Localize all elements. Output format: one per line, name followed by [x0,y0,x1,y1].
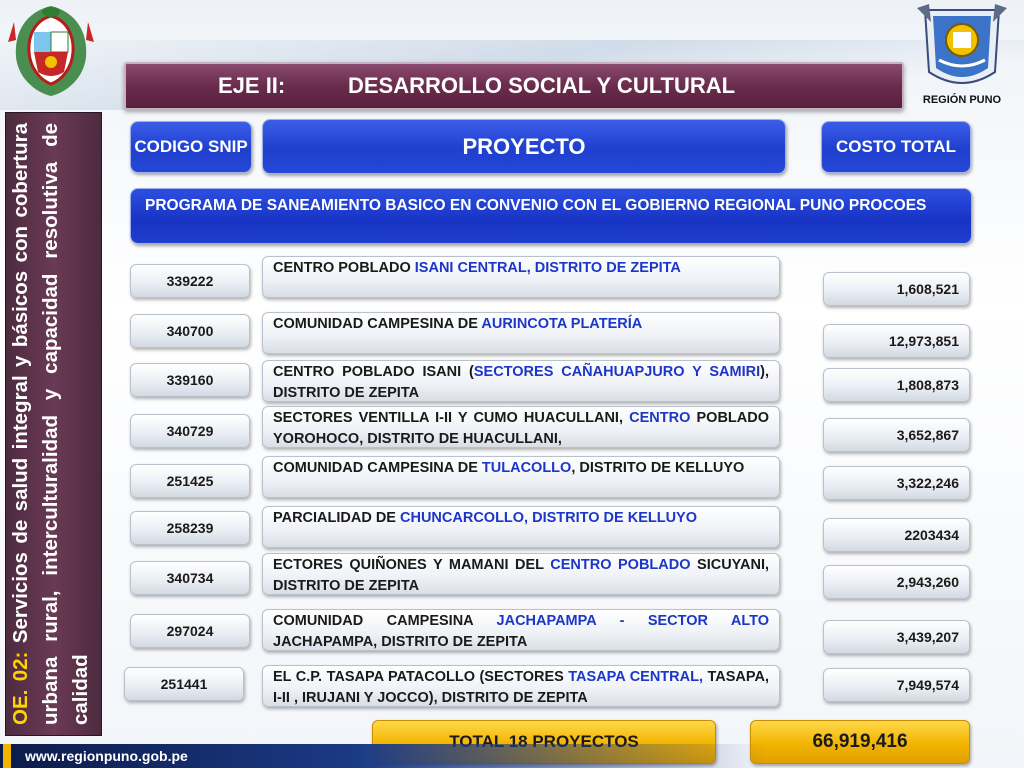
project-cost-cell: 7,949,574 [823,668,970,702]
region-puno-logo: REGIÓN PUNO [915,2,1009,110]
program-banner: PROGRAMA DE SANEAMIENTO BASICO EN CONVEN… [130,188,972,244]
snip-code-cell: 251425 [130,464,250,498]
snip-code-cell: 258239 [130,511,250,545]
project-description-cell: COMUNIDAD CAMPESINA JACHAPAMPA - SECTOR … [262,609,780,651]
project-description-text: EL C.P. TASAPA PATACOLLO (SECTORES [273,669,569,685]
project-cost-cell: 3,322,246 [823,466,970,500]
objective-text: OE. 02: Servicios de salud integral y bá… [6,119,101,729]
project-description-text: COMUNIDAD CAMPESINA DE [273,460,482,476]
snip-code-cell: 339160 [130,363,250,397]
project-description-cell: SECTORES VENTILLA I-II Y CUMO HUACULLANI… [262,406,780,448]
project-location-highlight: CENTRO [629,410,691,426]
snip-code-cell: 340729 [130,414,250,448]
project-location-highlight: CENTRO POBLADO [550,557,691,573]
project-location-highlight: ISANI CENTRAL, DISTRITO DE ZEPITA [414,260,681,276]
snip-code-cell: 340700 [130,314,250,348]
column-header-costo-total: COSTO TOTAL [821,121,971,173]
project-description-text: CENTRO POBLADO [273,260,415,276]
project-cost-cell: 1,608,521 [823,272,970,306]
project-description-cell: ECTORES QUIÑONES Y MAMANI DEL CENTRO POB… [262,553,780,595]
project-description-cell: EL C.P. TASAPA PATACOLLO (SECTORES TASAP… [262,665,780,707]
objective-side-panel: OE. 02: Servicios de salud integral y bá… [5,112,102,736]
project-description-text: COMUNIDAD CAMPESINA [273,613,497,629]
axis-label: EJE II: [218,73,286,98]
project-location-highlight: JACHAPAMPA - SECTOR ALTO [496,613,769,629]
project-description-text: ECTORES QUIÑONES Y MAMANI DEL [273,557,551,573]
project-cost-cell: 1,808,873 [823,368,970,402]
project-cost-cell: 12,973,851 [823,324,970,358]
page-title: DESARROLLO SOCIAL Y CULTURAL [348,73,736,98]
objective-description: Servicios de salud integral y básicos co… [8,122,92,725]
footer-bar: www.regionpuno.gob.pe [0,744,1024,768]
peru-coat-of-arms-logo [6,2,96,98]
snip-code-cell: 339222 [130,264,250,298]
project-location-highlight: TASAPA CENTRAL, [568,669,703,685]
column-header-proyecto: PROYECTO [262,119,786,174]
project-description-cell: PARCIALIDAD DE CHUNCARCOLLO, DISTRITO DE… [262,506,780,548]
project-location-highlight: TULACOLLO [481,460,572,476]
project-location-highlight: AURINCOTA PLATERÍA [481,316,643,332]
project-description-text: JACHAPAMPA, DISTRITO DE ZEPITA [273,634,528,650]
snip-code-cell: 340734 [130,561,250,595]
project-cost-cell: 3,439,207 [823,620,970,654]
project-description-cell: COMUNIDAD CAMPESINA DE AURINCOTA PLATERÍ… [262,312,780,354]
objective-code: OE. 02: [8,651,32,725]
project-cost-cell: 2203434 [823,518,970,552]
title-bar: EJE II: DESARROLLO SOCIAL Y CULTURAL [124,62,904,110]
project-description-text: PARCIALIDAD DE [273,510,401,526]
project-location-highlight: SECTORES CAÑAHUAPJURO Y SAMIRI [473,364,761,380]
project-cost-cell: 3,652,867 [823,418,970,452]
footer-url: www.regionpuno.gob.pe [25,748,188,764]
project-description-cell: CENTRO POBLADO ISANI CENTRAL, DISTRITO D… [262,256,780,298]
project-location-highlight: CHUNCARCOLLO, DISTRITO DE KELLUYO [400,510,697,526]
column-header-codigo-snip: CODIGO SNIP [130,121,252,173]
project-cost-cell: 2,943,260 [823,565,970,599]
snip-code-cell: 251441 [124,667,244,701]
footer-accent [3,744,11,768]
project-description-text: SECTORES VENTILLA I-II Y CUMO HUACULLANI… [273,410,630,426]
project-description-text: COMUNIDAD CAMPESINA DE [273,316,482,332]
project-description-text: , DISTRITO DE KELLUYO [571,460,745,476]
snip-code-cell: 297024 [130,614,250,648]
project-description-cell: CENTRO POBLADO ISANI (SECTORES CAÑAHUAPJ… [262,360,780,402]
region-puno-caption: REGIÓN PUNO [922,94,1002,106]
project-description-text: CENTRO POBLADO ISANI ( [273,364,474,380]
project-description-cell: COMUNIDAD CAMPESINA DE TULACOLLO, DISTRI… [262,456,780,498]
